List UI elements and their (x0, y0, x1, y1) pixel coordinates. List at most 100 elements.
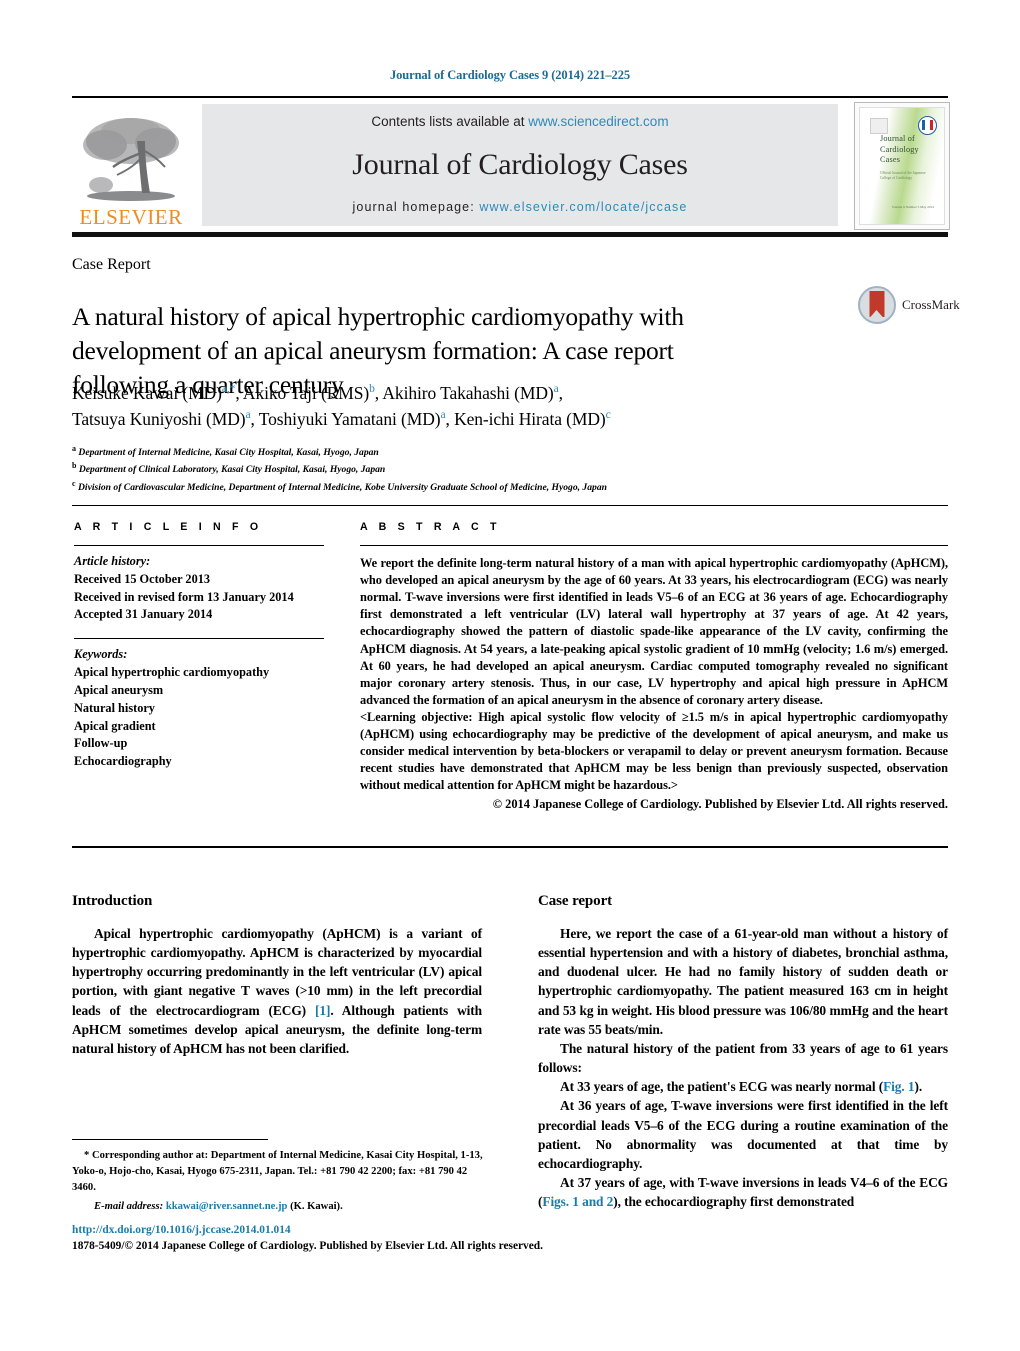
author-mark: a (245, 409, 251, 422)
cover-title-line3: Cases (880, 155, 901, 164)
history-item: Received 15 October 2013 (74, 571, 211, 586)
case-report-heading: Case report (538, 893, 613, 909)
cover-volume-info: Volume 9 Number 5 May 2014 (891, 204, 934, 209)
author-mark: a (553, 383, 559, 396)
journal-homepage-link[interactable]: www.elsevier.com/locate/jccase (479, 200, 687, 214)
figure-link-1[interactable]: Fig. 1 (883, 1079, 914, 1094)
article-info-rule (74, 545, 324, 546)
author-mark: a,* (221, 383, 236, 396)
affiliation-mark: a (72, 444, 76, 453)
introduction-paragraph: Apical hypertrophic cardiomyopathy (ApHC… (72, 924, 482, 1058)
corresponding-author-note: * Corresponding author at: Department of… (72, 1150, 483, 1193)
figure-link-1-and-2[interactable]: Figs. 1 and 2 (542, 1194, 613, 1209)
crossmark-label: CrossMark (902, 297, 960, 312)
keyword-item: Apical aneurysm (74, 682, 164, 697)
introduction-section: Introduction Apical hypertrophic cardiom… (72, 893, 482, 1058)
learning-objective-paragraph: <Learning objective: High apical systoli… (360, 709, 948, 795)
affiliation-item: b Department of Clinical Laboratory, Kas… (72, 460, 832, 477)
history-item: Received in revised form 13 January 2014 (74, 589, 294, 604)
keywords-rule (74, 638, 324, 640)
keywords-label: Keywords: (74, 647, 128, 662)
journal-cover-thumbnail: Journal of Cardiology Cases Official Jou… (854, 102, 950, 230)
elsevier-tree-icon (79, 113, 183, 205)
journal-masthead: ELSEVIER Contents lists available at www… (72, 96, 950, 237)
history-item: Accepted 31 January 2014 (74, 607, 213, 622)
cr3-post: ). (914, 1079, 923, 1095)
email-link[interactable]: kkawai@river.sannet.ne.jp (166, 1201, 288, 1212)
masthead-bottom-rule (72, 232, 948, 237)
info-abstract-top-rule (72, 505, 948, 506)
author-name: Tatsuya Kuniyoshi (MD) (72, 409, 246, 430)
case-report-paragraph-2: The natural history of the patient from … (538, 1040, 948, 1076)
author-list: Keisuke Kawai (MD)a,*, Akiko Taji (RMS)b… (72, 383, 611, 430)
author-name: Ken-ichi Hirata (MD) (454, 409, 606, 430)
contents-line: Contents lists available at www.scienced… (371, 114, 668, 129)
case-report-paragraph-5: At 37 years of age, with T-wave inversio… (538, 1173, 948, 1211)
reference-link-1[interactable]: [1] (315, 1003, 330, 1018)
crossmark-badge[interactable]: CrossMark (858, 283, 968, 327)
doi-link[interactable]: http://dx.doi.org/10.1016/j.jccase.2014.… (72, 1222, 672, 1238)
running-head: Journal of Cardiology Cases 9 (2014) 221… (389, 68, 631, 82)
abstract-column: A B S T R A C T We report the definite l… (360, 521, 948, 812)
case-report-paragraph-1: Here, we report the case of a 61-year-ol… (538, 926, 948, 1037)
elsevier-logo: ELSEVIER (72, 106, 190, 228)
author-mark: b (369, 383, 375, 396)
journal-title: Journal of Cardiology Cases (352, 147, 688, 181)
masthead-top-rule (72, 96, 948, 98)
email-line: E-mail address: kkawai@river.sannet.ne.j… (72, 1199, 484, 1215)
case-report-section: Case report Here, we report the case of … (538, 893, 948, 1211)
homepage-line: journal homepage: www.elsevier.com/locat… (353, 200, 688, 214)
case-report-paragraph-3: At 33 years of age, the patient's ECG wa… (538, 1077, 948, 1096)
article-type-label: Case Report (72, 256, 151, 273)
introduction-heading: Introduction (72, 893, 153, 909)
abstract-copyright: © 2014 Japanese College of Cardiology. P… (492, 796, 948, 811)
article-history-label: Article history: (74, 554, 151, 568)
keywords-block: Keywords: Apical hypertrophic cardiomyop… (74, 646, 324, 771)
learning-objective-label: <Learning objective: (360, 709, 473, 724)
cover-title-line1: Journal of (880, 134, 915, 143)
author-name: Akiko Taji (RMS) (242, 383, 370, 403)
author-mark: c (605, 409, 611, 422)
keyword-item: Natural history (74, 700, 155, 715)
cover-publisher-mark-icon (870, 118, 888, 134)
author-name: Akihiro Takahashi (MD) (382, 383, 554, 403)
keyword-item: Apical hypertrophic cardiomyopathy (74, 665, 270, 680)
cover-title: Journal of Cardiology Cases (880, 134, 938, 166)
case-report-paragraph-4: At 36 years of age, T-wave inversions we… (538, 1098, 948, 1171)
paper-page: Journal of Cardiology Cases 9 (2014) 221… (0, 0, 1020, 1351)
doi-block: http://dx.doi.org/10.1016/j.jccase.2014.… (72, 1222, 672, 1254)
abstract-body: We report the definite long-term natural… (360, 555, 948, 795)
abstract-rule (360, 545, 948, 546)
article-info-heading: A R T I C L E I N F O (74, 521, 263, 533)
cover-emblem-icon (918, 116, 937, 135)
affiliation-text: Division of Cardiovascular Medicine, Dep… (77, 481, 607, 493)
article-history-block: Article history: Received 15 October 201… (74, 553, 324, 624)
affiliation-text: Department of Clinical Laboratory, Kasai… (78, 464, 386, 476)
masthead-center-band: Contents lists available at www.scienced… (202, 104, 838, 226)
affiliation-mark: c (72, 478, 76, 488)
email-suffix: (K. Kawai). (290, 1200, 343, 1212)
cover-subtitle: Official Journal of the Japanese College… (880, 171, 926, 181)
author-name: Keisuke Kawai (MD) (72, 383, 222, 403)
info-abstract-bottom-rule (72, 846, 948, 848)
affiliation-list: a Department of Internal Medicine, Kasai… (72, 443, 832, 495)
homepage-prefix: journal homepage: (352, 200, 480, 214)
cover-artwork: Journal of Cardiology Cases Official Jou… (859, 107, 945, 225)
elsevier-wordmark: ELSEVIER (79, 205, 183, 229)
abstract-heading: A B S T R A C T (360, 521, 501, 533)
affiliation-item: c Division of Cardiovascular Medicine, D… (72, 478, 832, 495)
affiliation-text: Department of Internal Medicine, Kasai C… (78, 447, 379, 459)
author-mark: a (440, 409, 446, 422)
issn-copyright-line: 1878-5409/© 2014 Japanese College of Car… (72, 1240, 543, 1253)
article-info-column: A R T I C L E I N F O Article history: R… (74, 521, 324, 771)
abstract-paragraph: We report the definite long-term natural… (360, 556, 948, 707)
author-name: Toshiyuki Yamatani (MD) (258, 409, 441, 430)
affiliation-mark: b (72, 461, 77, 471)
keyword-item: Apical gradient (74, 718, 156, 733)
email-label: E-mail address: (94, 1200, 164, 1212)
cr5-post: ), the echocardiography first demonstrat… (613, 1194, 855, 1210)
keyword-item: Echocardiography (74, 754, 172, 769)
sciencedirect-link[interactable]: www.sciencedirect.com (528, 114, 668, 129)
keyword-item: Follow-up (74, 736, 128, 751)
affiliation-item: a Department of Internal Medicine, Kasai… (72, 443, 832, 460)
